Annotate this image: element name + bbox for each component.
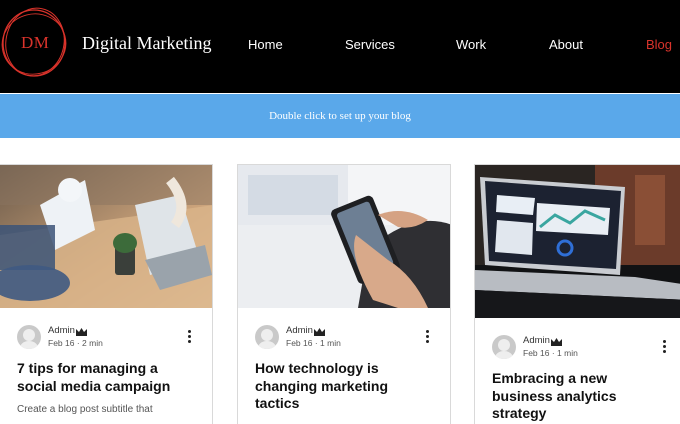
author-avatar[interactable] [17,325,41,349]
post-title[interactable]: 7 tips for managing a social media campa… [17,360,170,395]
laptop-analytics-photo [475,165,680,318]
post-cover-image[interactable] [475,165,680,318]
site-header: DM Digital Marketing Home Services Work … [0,0,680,93]
author-name[interactable]: Admin [286,325,313,336]
post-meta: Feb 16 · 2 min [48,338,103,348]
meeting-photo [0,165,212,308]
site-brand-name[interactable]: Digital Marketing [82,33,211,54]
crown-icon [551,338,562,346]
blog-post-card[interactable]: Admin Feb 16 · 1 min Embracing a new bus… [474,164,680,424]
author-name[interactable]: Admin [48,325,75,336]
post-date: Feb 16 [286,338,313,348]
nav-blog[interactable]: Blog [646,37,672,52]
post-title[interactable]: Embracing a new business analytics strat… [492,370,617,423]
read-time: 1 min [320,338,341,348]
nav-work[interactable]: Work [456,37,486,52]
more-options-icon[interactable] [658,339,670,355]
post-date: Feb 16 [48,338,75,348]
nav-services[interactable]: Services [345,37,395,52]
post-meta: Feb 16 · 1 min [286,338,341,348]
post-meta: Feb 16 · 1 min [523,348,578,358]
more-options-icon[interactable] [421,329,433,345]
more-options-icon[interactable] [183,329,195,345]
read-time: 2 min [82,338,103,348]
smartphone-photo [238,165,450,308]
blog-setup-banner[interactable]: Double click to set up your blog [0,94,680,138]
post-cover-image[interactable] [0,165,212,308]
post-cover-image[interactable] [238,165,450,308]
banner-text: Double click to set up your blog [269,110,411,122]
blog-post-card[interactable]: Admin Feb 16 · 2 min 7 tips for managing… [0,164,213,424]
author-avatar[interactable] [492,335,516,359]
post-subtitle: Create a blog post subtitle that [17,404,153,415]
crown-icon [314,328,325,336]
read-time: 1 min [557,348,578,358]
post-title[interactable]: How technology is changing marketing tac… [255,360,388,413]
nav-about[interactable]: About [549,37,583,52]
post-date: Feb 16 [523,348,550,358]
author-avatar[interactable] [255,325,279,349]
nav-home[interactable]: Home [248,37,283,52]
blog-post-card[interactable]: Admin Feb 16 · 1 min How technology is c… [237,164,451,424]
logo-text[interactable]: DM [21,33,49,53]
crown-icon [76,328,87,336]
author-name[interactable]: Admin [523,335,550,346]
